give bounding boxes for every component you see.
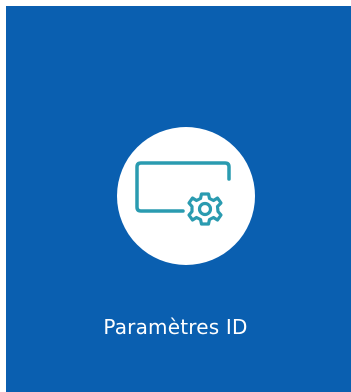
display-settings-icon xyxy=(135,161,231,226)
tile-label: Paramètres ID xyxy=(103,315,248,339)
icon-circle xyxy=(117,127,255,265)
